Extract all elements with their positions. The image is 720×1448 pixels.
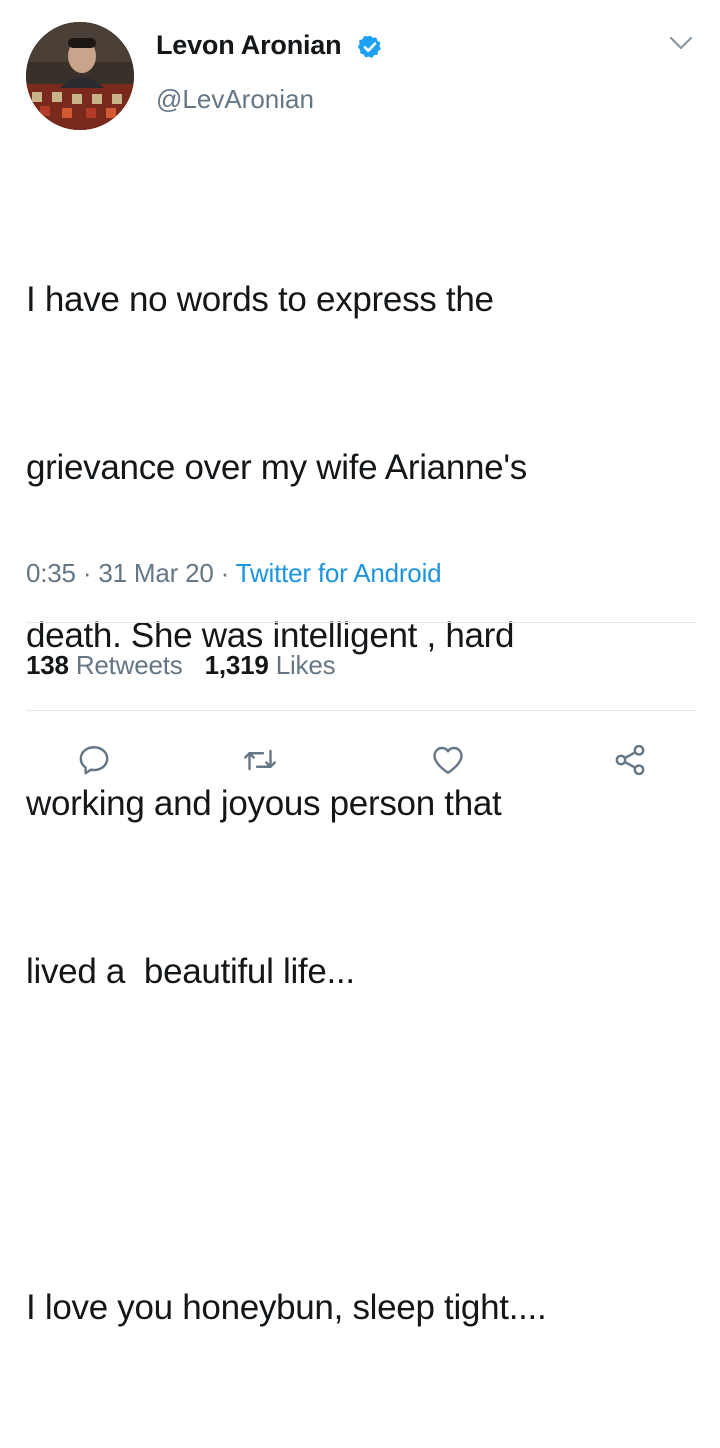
avatar[interactable] <box>26 22 134 130</box>
share-button[interactable] <box>610 740 650 780</box>
display-name[interactable]: Levon Aronian <box>156 30 342 61</box>
tweet-text-line: lived a beautiful life... <box>26 952 355 991</box>
tweet-text-line: I love you honeybun, sleep tight.... <box>26 1288 547 1327</box>
meta-separator: · <box>220 558 230 588</box>
tweet-text-line: working and joyous person that <box>26 784 502 823</box>
retweets-count: 138 <box>26 650 69 680</box>
tweet-card: Levon Aronian @LevAronian I have no word… <box>0 0 720 1327</box>
tweet-text-line: grievance over my wife Arianne's <box>26 448 527 487</box>
tweet-time[interactable]: 0:35 <box>26 558 76 588</box>
divider <box>26 622 696 623</box>
meta-separator: · <box>82 558 92 588</box>
avatar-photo <box>26 22 134 130</box>
likes-stat[interactable]: 1,319 Likes <box>205 650 336 680</box>
verified-badge-icon <box>357 35 381 58</box>
user-handle[interactable]: @LevAronian <box>156 84 314 115</box>
reply-button[interactable] <box>74 740 114 780</box>
tweet-source-link[interactable]: Twitter for Android <box>236 558 442 588</box>
tweet-meta: 0:35 · 31 Mar 20 · Twitter for Android <box>26 558 442 589</box>
retweet-icon <box>244 749 276 771</box>
share-icon <box>615 744 645 776</box>
retweets-stat[interactable]: 138 Retweets <box>26 650 183 680</box>
like-icon <box>433 746 463 774</box>
tweet-text: I have no words to express the grievance… <box>26 160 696 1448</box>
likes-label: Likes <box>275 650 336 680</box>
retweet-button[interactable] <box>240 740 280 780</box>
chevron-down-icon[interactable] <box>668 34 694 52</box>
likes-count: 1,319 <box>204 650 269 680</box>
divider <box>26 710 696 711</box>
retweets-label: Retweets <box>75 650 183 680</box>
tweet-date[interactable]: 31 Mar 20 <box>98 558 213 588</box>
tweet-text-line: I have no words to express the <box>26 280 494 319</box>
reply-icon <box>79 746 109 775</box>
like-button[interactable] <box>428 740 468 780</box>
engagement-stats: 138 Retweets 1,319 Likes <box>26 650 336 681</box>
